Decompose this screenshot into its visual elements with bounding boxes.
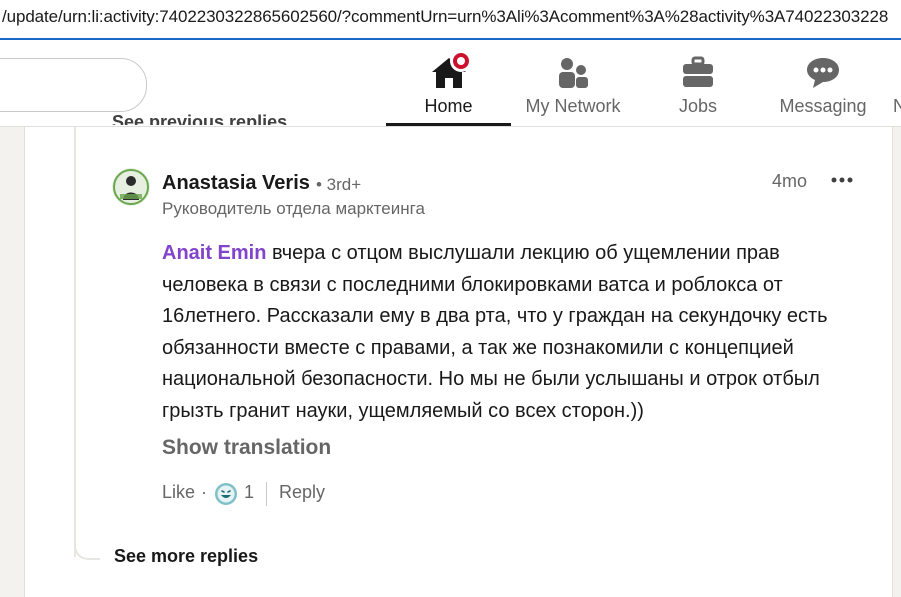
nav-item-home[interactable]: Home [386,40,511,126]
nav-item-label: Messaging [779,96,867,116]
active-indicator [386,123,511,126]
like-button[interactable]: Like [162,482,195,503]
author-headline: Руководитель отдела марктеинга [162,199,425,218]
search-input[interactable] [0,58,147,112]
comment-text: вчера с отцом выслушали лекцию об ущемле… [162,242,828,422]
briefcase-icon [681,56,715,93]
nav-item-label: My Network [525,96,621,116]
network-icon [556,56,590,95]
comment-body: Anait Emin вчера с отцом выслушали лекци… [162,238,862,427]
nav-item-messaging[interactable]: Messaging [770,40,876,126]
notification-badge-dot [449,50,472,72]
reaction-count[interactable]: 1 [244,482,254,503]
mention-link[interactable]: Anait Emin [162,242,266,264]
address-bar[interactable]: /update/urn:li:activity:7402230322865602… [0,0,901,40]
nav-item-jobs[interactable]: Jobs [660,40,736,126]
nav-item-label: N [893,96,901,116]
reply-button[interactable]: Reply [279,482,325,503]
funny-reaction-icon [214,482,238,511]
connection-degree: • 3rd+ [316,175,362,194]
comment-author-name[interactable]: Anastasia Veris [162,172,310,195]
address-bar-url[interactable]: /update/urn:li:activity:7402230322865602… [2,7,888,27]
separator-dot: · [201,482,207,502]
messaging-icon [805,56,841,95]
thread-line [74,127,76,557]
more-options-icon[interactable] [830,170,854,190]
see-more-replies-link[interactable]: See more replies [114,546,258,567]
avatar[interactable] [112,168,150,206]
nav-item-label: Home [424,96,473,116]
home-icon [430,50,472,95]
nav-item-label: Jobs [678,96,718,116]
nav-item-notifications[interactable]: N [893,40,901,126]
comment-timestamp: 4mo [772,171,808,191]
show-translation-button[interactable]: Show translation [162,436,331,460]
action-divider [266,482,267,506]
nav-item-my-network[interactable]: My Network [515,40,631,126]
